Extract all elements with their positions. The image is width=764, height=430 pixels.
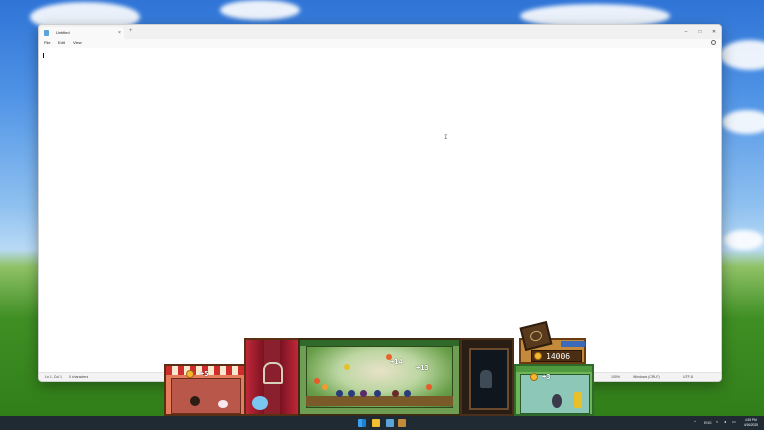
file-explorer-icon[interactable] xyxy=(372,419,380,427)
character-count: 0 characters xyxy=(69,375,89,379)
bird-sprite-icon xyxy=(392,390,399,397)
wallpaper-cloud xyxy=(722,110,764,134)
taskbar: ^ ENG ≈ ◂ ▭ 4:53 PM 4/16/2025 xyxy=(0,416,764,430)
language-indicator[interactable]: ENG xyxy=(704,421,712,425)
window-controls: – □ ✕ xyxy=(679,25,721,39)
coin-icon xyxy=(530,373,538,381)
bird-sprite-icon xyxy=(404,390,411,397)
settings-gear-icon[interactable] xyxy=(711,40,716,45)
game-door-panel[interactable] xyxy=(460,338,514,416)
encoding: UTF-8 xyxy=(683,375,693,379)
volume-icon[interactable]: ◂ xyxy=(724,419,729,424)
coin-icon xyxy=(534,352,542,360)
wifi-icon[interactable]: ≈ xyxy=(716,419,721,424)
maximize-button[interactable]: □ xyxy=(693,25,707,39)
chevron-up-icon[interactable]: ^ xyxy=(694,419,699,424)
tab-title: Untitled xyxy=(56,30,70,35)
battery-icon[interactable]: ▭ xyxy=(732,419,737,424)
text-caret xyxy=(43,53,44,58)
game-greenhouse-panel[interactable]: +3 xyxy=(514,364,594,416)
green-pipe xyxy=(516,366,592,372)
jungle-bonus-left: +14 xyxy=(390,358,403,366)
minimize-button[interactable]: – xyxy=(679,25,693,39)
greenhouse-bonus-label: +3 xyxy=(542,373,551,381)
wallpaper-cloud xyxy=(724,230,764,250)
bird-sprite-icon xyxy=(348,390,355,397)
book-emblem xyxy=(528,329,544,343)
notepad-window: Untitled × + – □ ✕ File Edit View I Ln 1… xyxy=(38,24,722,382)
cursor-position: Ln 1, Col 1 xyxy=(45,375,62,379)
flower-icon xyxy=(344,364,350,370)
game-shop-panel[interactable]: +5 xyxy=(164,364,246,416)
vine-border xyxy=(300,340,459,346)
character-sprite-icon xyxy=(552,394,562,408)
shop-room xyxy=(171,378,241,414)
line-ending: Windows (CRLF) xyxy=(633,375,660,379)
coin-icon xyxy=(186,370,194,378)
menu-bar: File Edit View xyxy=(39,39,721,47)
coin-counter-box: 14006 xyxy=(531,350,582,362)
close-button[interactable]: ✕ xyxy=(707,25,721,39)
notepad-icon xyxy=(44,30,49,36)
bird-sprite-icon xyxy=(360,390,367,397)
title-bar[interactable]: Untitled × + – □ ✕ xyxy=(39,25,721,39)
new-tab-button[interactable]: + xyxy=(129,28,133,34)
zoom-level: 100% xyxy=(611,375,620,379)
document-tab[interactable]: Untitled × xyxy=(40,27,124,39)
clock-date: 4/16/2025 xyxy=(743,423,758,427)
menu-file[interactable]: File xyxy=(44,40,50,45)
ibeam-cursor-icon: I xyxy=(444,134,448,141)
coin-tag-label xyxy=(561,341,585,347)
cat-sprite-icon xyxy=(218,400,228,408)
flower-icon xyxy=(426,384,432,390)
character-sprite-icon xyxy=(190,396,200,406)
notepad-taskbar-icon[interactable] xyxy=(386,419,394,427)
game-jungle-panel[interactable]: +14 +13 xyxy=(298,338,461,416)
shadow-figure-icon xyxy=(480,370,492,388)
windows-start-icon[interactable] xyxy=(358,419,366,427)
corn-plant-icon xyxy=(574,392,582,408)
bird-cage-icon xyxy=(263,362,283,384)
flower-icon xyxy=(322,384,328,390)
tab-close-icon[interactable]: × xyxy=(118,27,121,39)
wallpaper-cloud xyxy=(720,40,764,70)
coin-count: 14006 xyxy=(546,352,571,361)
bird-sprite-icon xyxy=(374,390,381,397)
crystal-orb-icon xyxy=(252,396,268,410)
menu-view[interactable]: View xyxy=(73,40,82,45)
menu-edit[interactable]: Edit xyxy=(58,40,65,45)
wallpaper-cloud xyxy=(220,0,300,20)
jungle-bonus-right: +13 xyxy=(416,364,429,372)
system-clock[interactable]: 4:53 PM 4/16/2025 xyxy=(744,418,758,428)
text-editor[interactable]: I xyxy=(39,48,721,374)
shop-bonus-label: +5 xyxy=(200,370,209,378)
game-theater-panel[interactable] xyxy=(244,338,300,416)
jungle-floor xyxy=(306,396,453,406)
game-taskbar-icon[interactable] xyxy=(398,419,406,427)
flower-icon xyxy=(314,378,320,384)
bird-sprite-icon xyxy=(336,390,343,397)
